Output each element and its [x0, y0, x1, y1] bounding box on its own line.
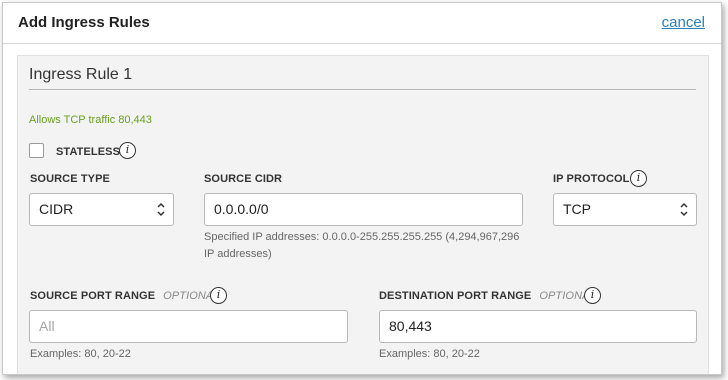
source-type-select[interactable]: CIDR [29, 193, 174, 226]
destination-port-range-label: DESTINATION PORT RANGE OPTIONAL [379, 290, 596, 302]
destination-port-range-input[interactable]: 80,443 [379, 310, 697, 343]
destination-port-range-label-text: DESTINATION PORT RANGE [379, 290, 532, 302]
ip-protocol-label: IP PROTOCOL [553, 173, 630, 185]
rule-divider [29, 89, 696, 90]
source-port-range-label: SOURCE PORT RANGE OPTIONAL [30, 290, 220, 302]
source-port-range-info-icon[interactable]: i [210, 287, 227, 304]
ip-protocol-value: TCP [563, 201, 591, 217]
stateless-label: STATELESS [56, 146, 121, 158]
cancel-link[interactable]: cancel [662, 14, 705, 31]
source-type-label: SOURCE TYPE [30, 173, 110, 185]
source-cidr-help-line1: Specified IP addresses: 0.0.0.0-255.255.… [204, 231, 520, 243]
source-cidr-label: SOURCE CIDR [204, 173, 283, 185]
stateless-checkbox[interactable] [29, 143, 44, 158]
destination-port-range-value: 80,443 [389, 318, 432, 334]
source-port-range-label-text: SOURCE PORT RANGE [30, 290, 156, 302]
add-ingress-rules-dialog: Add Ingress Rules cancel Ingress Rule 1 … [2, 2, 722, 375]
dialog-header: Add Ingress Rules cancel [3, 3, 721, 44]
source-cidr-input[interactable]: 0.0.0.0/0 [204, 193, 523, 226]
stateless-info-icon[interactable]: i [119, 142, 136, 159]
source-cidr-value: 0.0.0.0/0 [214, 201, 269, 217]
destination-port-range-help: Examples: 80, 20-22 [379, 348, 480, 360]
source-port-range-input[interactable]: All [29, 310, 348, 343]
select-arrows-icon [157, 202, 165, 217]
rule-title: Ingress Rule 1 [29, 66, 133, 83]
ip-protocol-info-icon[interactable]: i [630, 170, 647, 187]
select-arrows-icon [680, 202, 688, 217]
rule-description: Allows TCP traffic 80,443 [29, 114, 152, 126]
ip-protocol-select[interactable]: TCP [553, 193, 697, 226]
source-port-range-help: Examples: 80, 20-22 [30, 348, 131, 360]
source-port-range-placeholder: All [39, 318, 55, 334]
ingress-rule-panel: Ingress Rule 1 Allows TCP traffic 80,443… [17, 55, 709, 374]
dialog-title: Add Ingress Rules [18, 14, 150, 31]
source-type-value: CIDR [39, 201, 74, 217]
destination-port-range-info-icon[interactable]: i [584, 287, 601, 304]
source-cidr-help-line2: IP addresses) [204, 248, 272, 260]
